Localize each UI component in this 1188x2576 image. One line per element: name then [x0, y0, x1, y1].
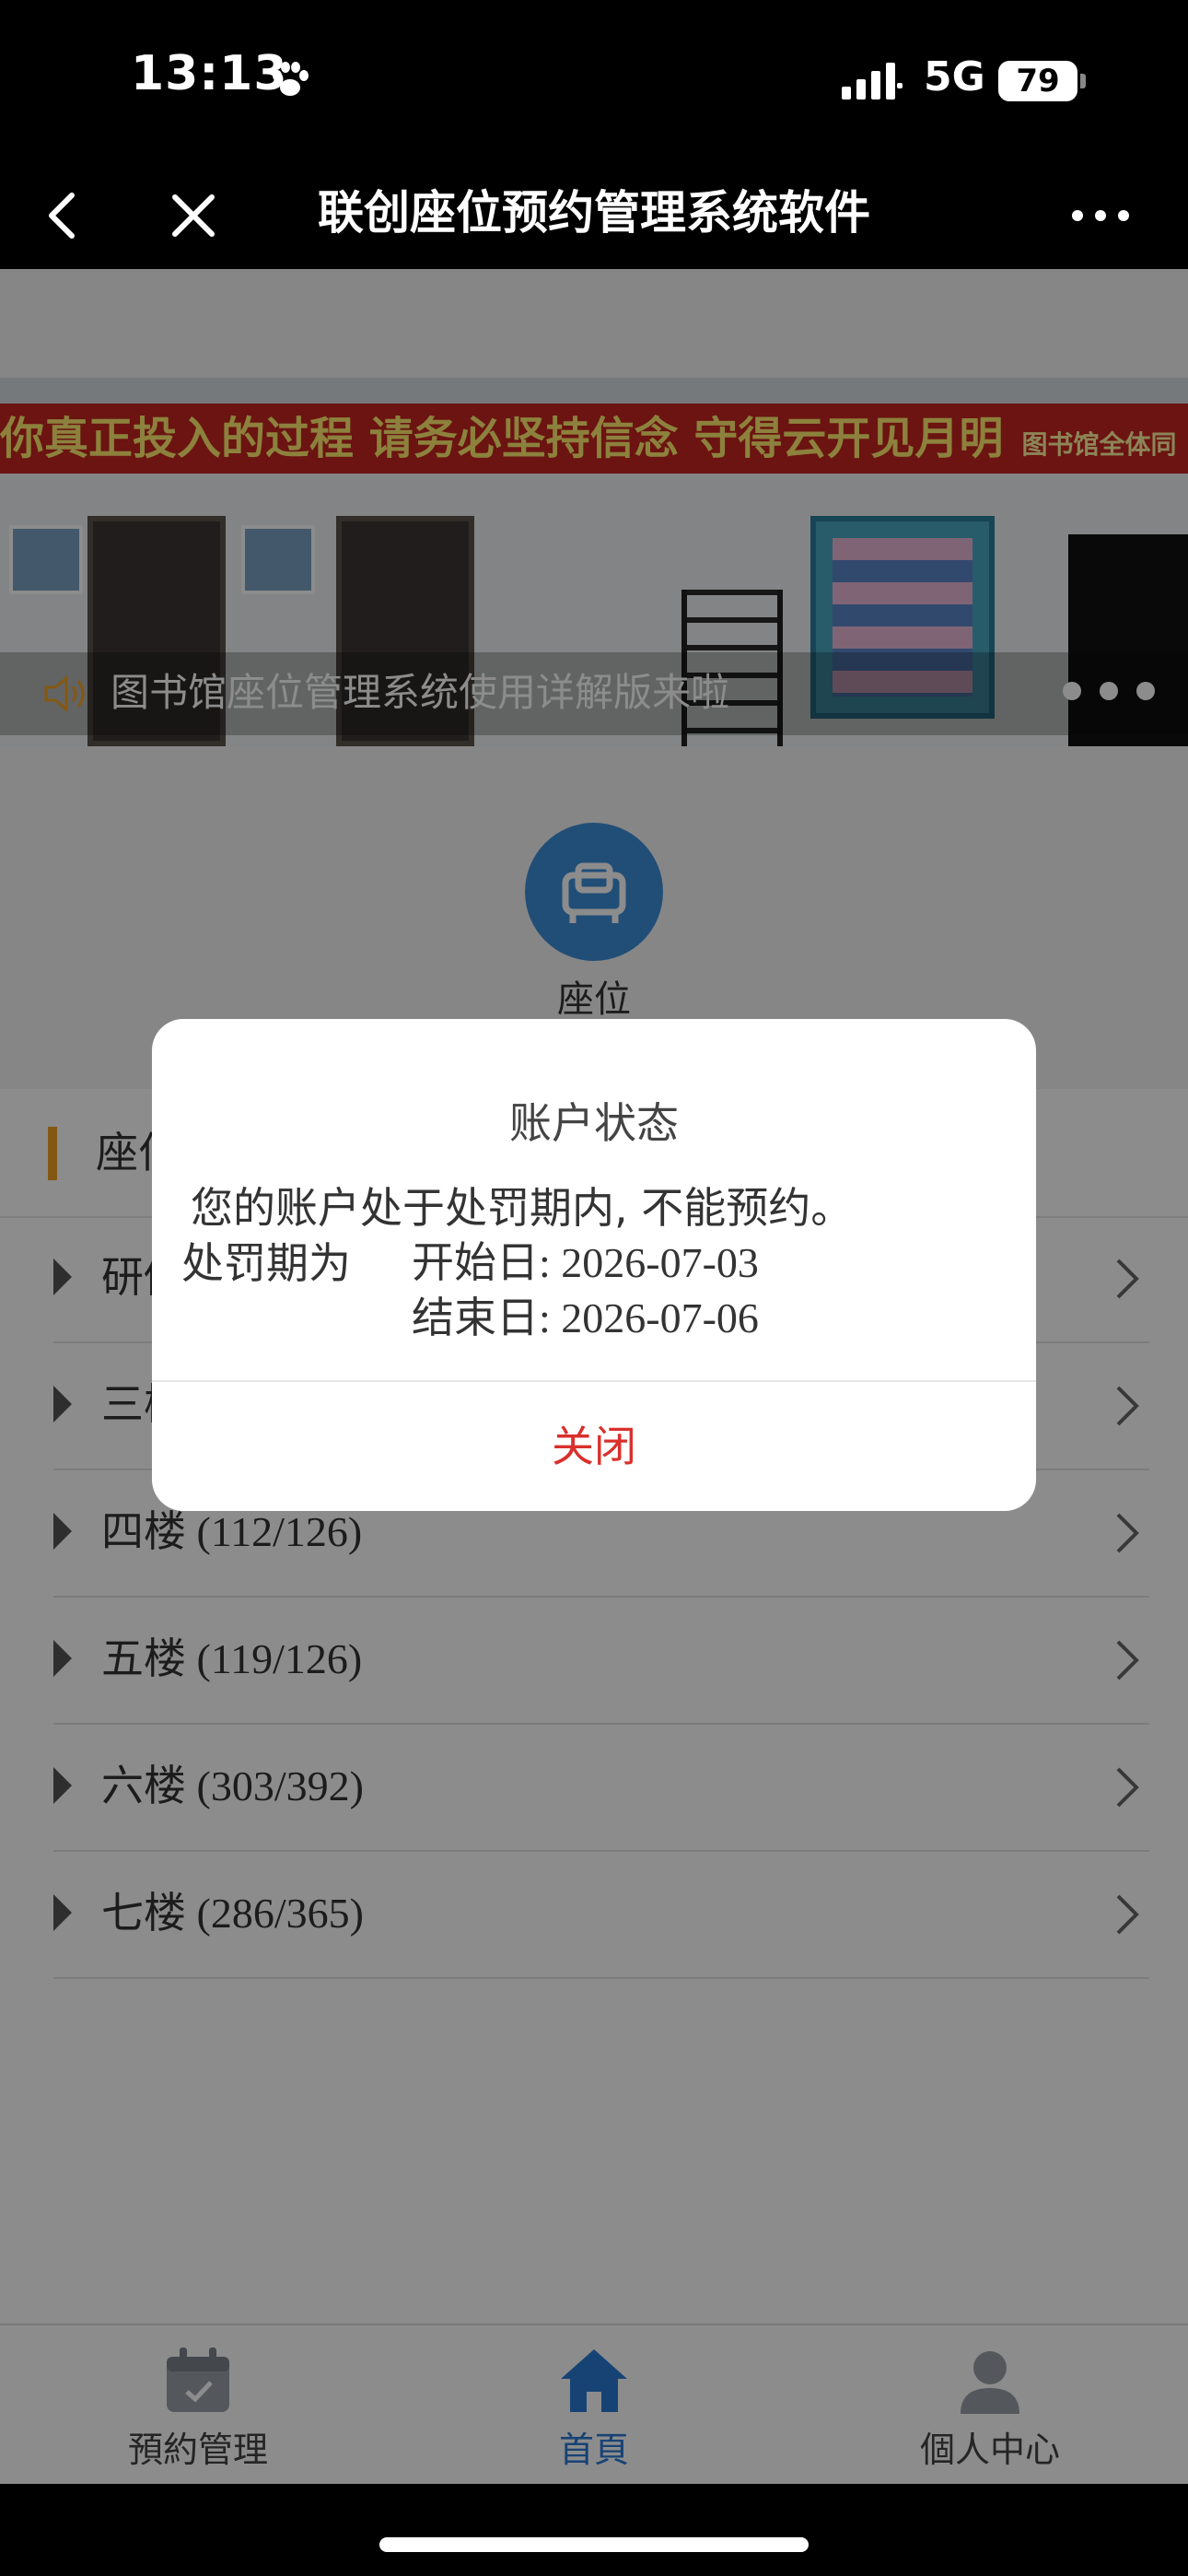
penalty-period-label: 处罚期为: [181, 1238, 351, 1288]
close-icon[interactable]: [157, 179, 230, 252]
screen: 13:13 5G 79 联创座位预约管理系统软件 你真正投入的过程 请务必坚持信…: [0, 0, 1188, 2576]
status-time: 13:13: [131, 46, 288, 101]
page-title: 联创座位预约管理系统软件: [318, 186, 870, 240]
paw-icon: [273, 62, 309, 96]
cellular-signal-icon: [842, 63, 903, 100]
account-status-dialog: 账户状态 您的账户处于处罚期内, 不能预约。 处罚期为 开始日: 2026-07…: [152, 1019, 1036, 1511]
battery-icon: 79: [998, 61, 1077, 101]
battery-cap: [1080, 74, 1086, 88]
status-bar: 13:13 5G 79: [0, 0, 1188, 157]
dialog-title: 账户状态: [509, 1098, 679, 1148]
back-arrow-icon[interactable]: [28, 179, 101, 252]
penalty-end-date: 结束日: 2026-07-06: [412, 1294, 759, 1341]
close-button[interactable]: 关闭: [152, 1382, 1036, 1511]
dialog-message: 您的账户处于处罚期内, 不能预约。: [191, 1183, 854, 1233]
home-indicator-area: [0, 2484, 1188, 2576]
more-options-icon[interactable]: [1059, 179, 1142, 252]
nav-bar: 联创座位预约管理系统软件: [0, 157, 1188, 269]
network-type: 5G: [924, 53, 985, 100]
penalty-start-date: 开始日: 2026-07-03: [412, 1239, 759, 1286]
home-indicator[interactable]: [379, 2537, 809, 2552]
